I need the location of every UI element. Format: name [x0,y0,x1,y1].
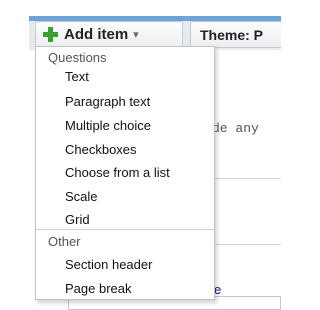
menu-item-scale[interactable]: Scale [65,189,98,204]
menu-item-grid[interactable]: Grid [65,212,90,227]
menu-item-section-header[interactable]: Section header [65,257,152,272]
menu-item-paragraph-text[interactable]: Paragraph text [65,94,150,109]
background-link-text: e [214,282,222,297]
menu-item-checkboxes[interactable]: Checkboxes [65,142,137,157]
plus-icon [43,27,58,42]
menu-item-page-break[interactable]: Page break [65,281,132,296]
add-item-dropdown-menu: Questions Text Paragraph text Multiple c… [35,46,215,300]
menu-section-header-other: Other [48,234,81,249]
background-code-text: de any [212,121,259,136]
theme-label: Theme: P [200,26,264,43]
background-divider [215,178,281,179]
menu-separator [36,229,214,230]
theme-button[interactable]: Theme: P [190,21,281,48]
menu-item-choose-from-a-list[interactable]: Choose from a list [65,165,170,180]
chevron-down-icon: ▾ [133,29,139,41]
menu-item-text[interactable]: Text [65,69,89,84]
add-item-button[interactable]: Add item ▾ [35,21,183,48]
background-divider [215,244,281,245]
add-item-label: Add item [64,26,129,43]
menu-section-header-questions: Questions [48,50,107,65]
menu-item-multiple-choice[interactable]: Multiple choice [65,118,151,133]
